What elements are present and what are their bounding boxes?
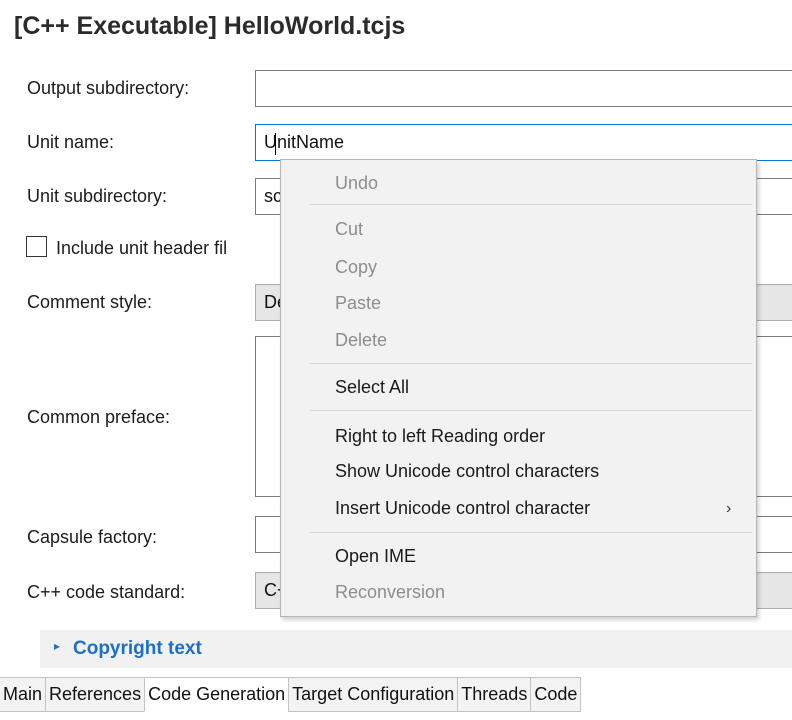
menu-item-paste[interactable]: Paste xyxy=(335,291,381,315)
menu-item-select-all[interactable]: Select All xyxy=(335,375,409,399)
menu-item-copy[interactable]: Copy xyxy=(335,255,377,279)
submenu-arrow-icon: › xyxy=(726,500,732,517)
menu-separator xyxy=(310,204,752,205)
menu-item-rtl-reading-order[interactable]: Right to left Reading order xyxy=(335,424,545,448)
tab-threads[interactable]: Threads xyxy=(457,677,531,712)
menu-item-show-unicode-control[interactable]: Show Unicode control characters xyxy=(335,459,599,483)
menu-item-undo[interactable]: Undo xyxy=(335,171,378,195)
menu-item-insert-unicode-control[interactable]: Insert Unicode control character xyxy=(335,496,590,520)
menu-separator xyxy=(310,410,752,411)
text-caret xyxy=(275,133,276,155)
capsule-factory-label: Capsule factory: xyxy=(27,527,158,547)
menu-separator xyxy=(310,532,752,533)
editor-title: [C++ Executable] HelloWorld.tcjs xyxy=(14,12,406,40)
unit-name-input[interactable]: UnitName xyxy=(255,124,792,161)
menu-item-reconversion[interactable]: Reconversion xyxy=(335,580,445,604)
common-preface-label: Common preface: xyxy=(27,407,171,427)
menu-separator xyxy=(310,363,752,364)
tab-code[interactable]: Code xyxy=(530,677,582,712)
menu-item-cut[interactable]: Cut xyxy=(335,217,363,241)
menu-item-open-ime[interactable]: Open IME xyxy=(335,544,416,568)
menu-item-delete[interactable]: Delete xyxy=(335,328,387,352)
editor-tab-strip: Main References Code Generation Target C… xyxy=(0,677,582,712)
unit-subdirectory-label: Unit subdirectory: xyxy=(27,186,168,206)
tab-main[interactable]: Main xyxy=(0,677,46,712)
copyright-section-title[interactable]: Copyright text xyxy=(73,634,202,664)
chevron-right-icon[interactable]: ▸ xyxy=(54,639,60,653)
cpp-code-standard-label: C++ code standard: xyxy=(27,582,186,602)
include-unit-header-label: Include unit header fil xyxy=(56,238,228,258)
tab-code-generation[interactable]: Code Generation xyxy=(144,677,289,712)
context-menu: Undo Cut Copy Paste Delete Select All Ri… xyxy=(280,159,757,617)
tab-references[interactable]: References xyxy=(45,677,145,712)
tab-target-configuration[interactable]: Target Configuration xyxy=(288,677,458,712)
output-subdirectory-input[interactable] xyxy=(255,70,792,107)
include-unit-header-checkbox[interactable] xyxy=(26,236,47,257)
unit-name-label: Unit name: xyxy=(27,132,115,152)
comment-style-label: Comment style: xyxy=(27,292,153,312)
output-subdirectory-label: Output subdirectory: xyxy=(27,78,190,98)
